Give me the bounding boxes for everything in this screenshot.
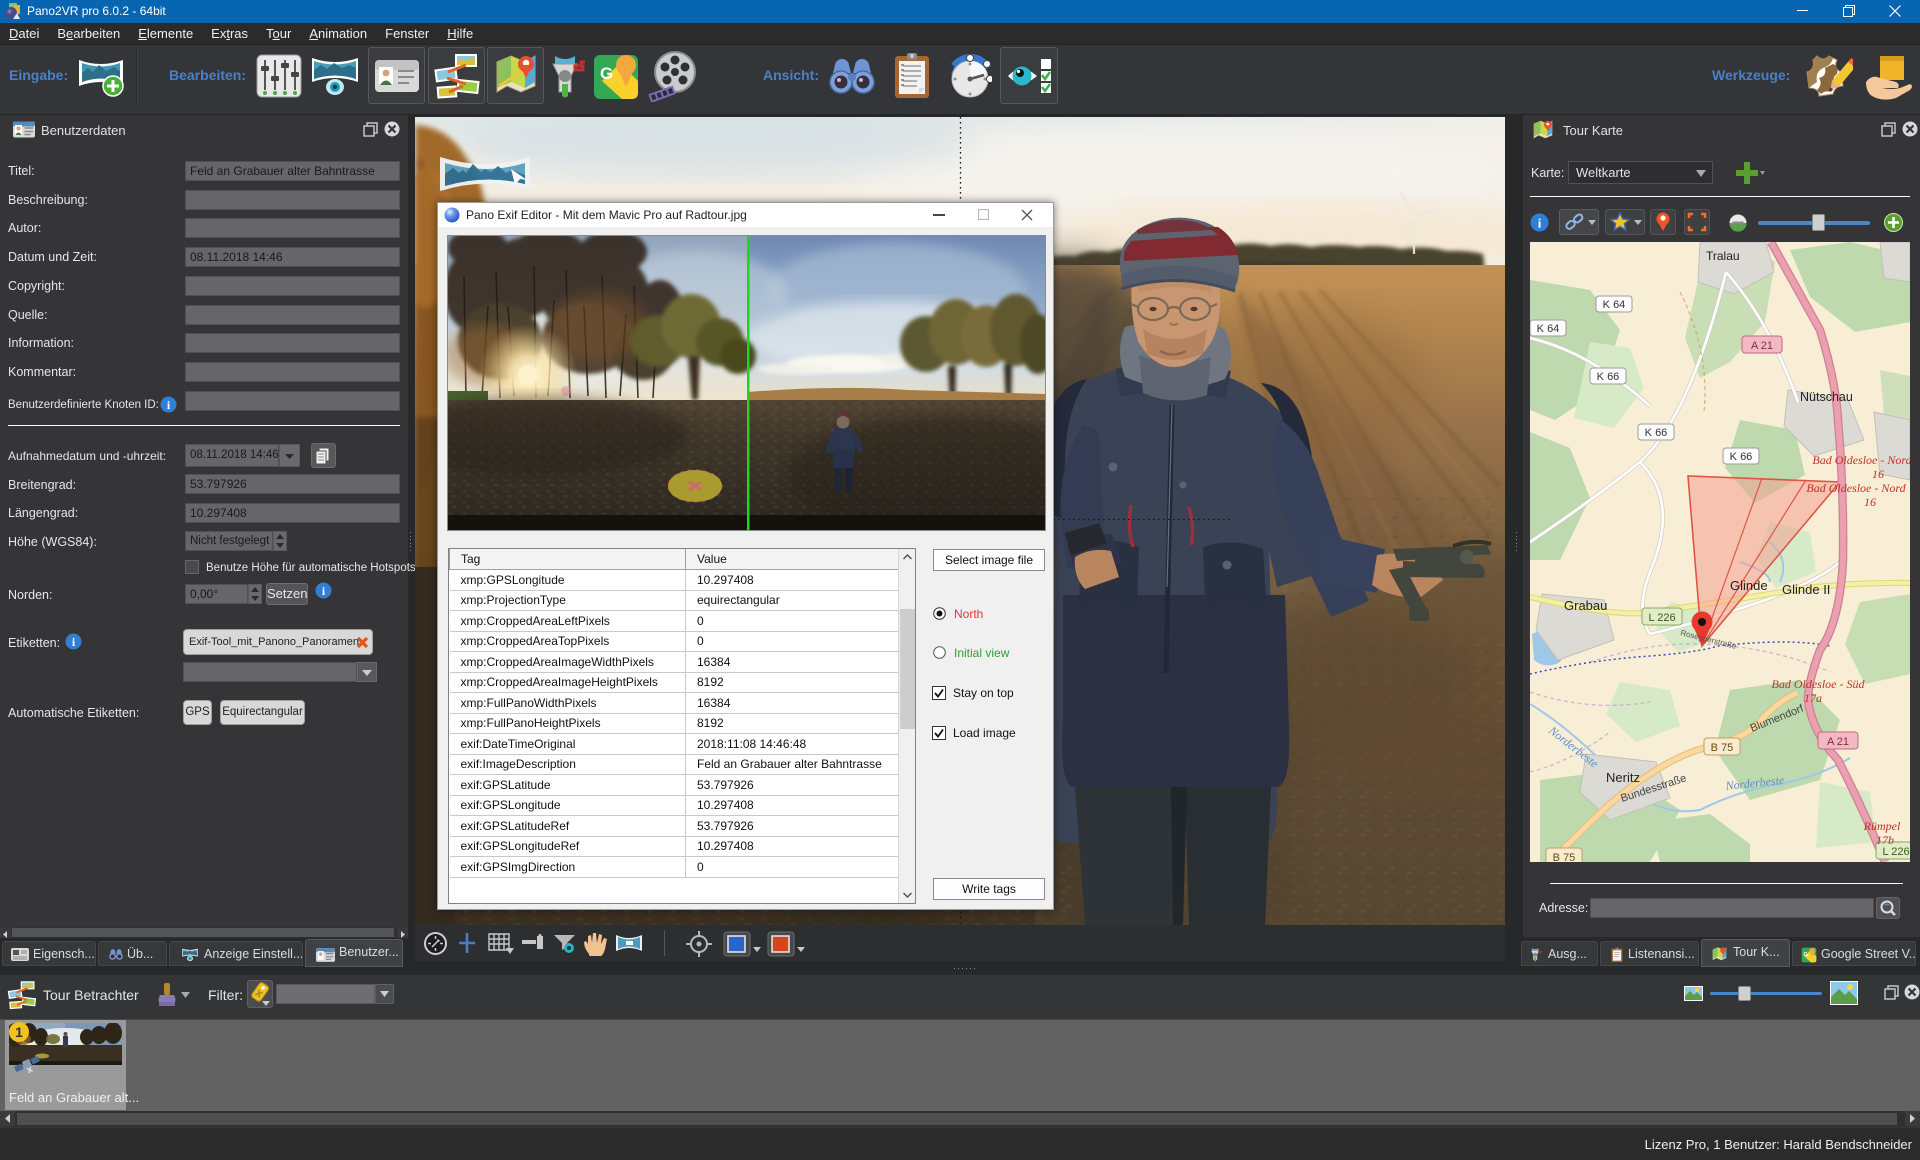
svg-text:16: 16	[1864, 495, 1876, 509]
svg-text:L 226: L 226	[1882, 846, 1909, 858]
svg-text:Nütschau: Nütschau	[1800, 390, 1853, 404]
svg-text:A 21: A 21	[1827, 736, 1849, 748]
svg-text:L 226: L 226	[1648, 612, 1675, 624]
svg-text:K 66: K 66	[1597, 371, 1620, 383]
svg-text:B 75: B 75	[1553, 852, 1576, 862]
svg-text:16: 16	[1872, 467, 1884, 481]
svg-text:Glinde II: Glinde II	[1782, 582, 1830, 597]
svg-text:K 66: K 66	[1645, 427, 1668, 439]
svg-text:G: G	[600, 64, 613, 83]
svg-text:Bad Oldesloe - Nord: Bad Oldesloe - Nord	[1812, 453, 1910, 467]
svg-text:17b: 17b	[1876, 833, 1894, 847]
svg-text:Bad Oldesloe - Nord: Bad Oldesloe - Nord	[1806, 481, 1906, 495]
svg-text:K 64: K 64	[1537, 323, 1560, 335]
svg-text:Rümpel: Rümpel	[1863, 819, 1901, 833]
svg-text:Glinde: Glinde	[1730, 578, 1768, 593]
svg-text:K 66: K 66	[1730, 451, 1753, 463]
svg-text:Tralau: Tralau	[1706, 249, 1740, 263]
svg-text:A 21: A 21	[1751, 340, 1773, 352]
svg-text:Bad Oldesloe - Süd: Bad Oldesloe - Süd	[1772, 677, 1866, 691]
svg-text:B 75: B 75	[1711, 742, 1734, 754]
svg-text:Grabau: Grabau	[1564, 598, 1607, 613]
svg-text:K 64: K 64	[1603, 299, 1626, 311]
svg-text:i: i	[1538, 216, 1542, 231]
svg-text:G: G	[1803, 952, 1808, 958]
svg-text:1: 1	[15, 1024, 23, 1040]
svg-text:Neritz: Neritz	[1606, 770, 1640, 785]
svg-text:17a: 17a	[1804, 691, 1822, 705]
